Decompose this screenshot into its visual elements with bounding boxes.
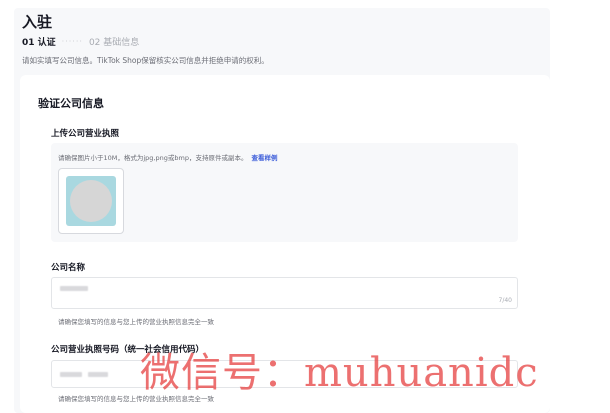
- upload-hint-text: 请确保图片小于10M，格式为jpg,png或bmp，支持原件或副本。: [58, 154, 248, 162]
- watermark-text: 微信号：muhuanidc: [140, 350, 539, 396]
- image-placeholder-circle: [70, 180, 112, 222]
- license-image-thumbnail: [66, 176, 116, 226]
- view-example-link[interactable]: 查看样例: [251, 154, 277, 162]
- notice-text: 请如实填写公司信息。TikTok Shop保留核实公司信息并拒绝申请的权利。: [22, 56, 269, 65]
- character-counter: 7/40: [498, 297, 512, 304]
- page-title: 入驻: [22, 13, 53, 31]
- redacted-company-name: [60, 286, 88, 291]
- redacted-license-number-part-2: [88, 372, 108, 377]
- company-name-label: 公司名称: [51, 263, 86, 273]
- upload-hint: 请确保图片小于10M，格式为jpg,png或bmp，支持原件或副本。 查看样例: [58, 152, 277, 162]
- license-upload-box[interactable]: [58, 168, 124, 234]
- redacted-license-number-part-1: [60, 372, 82, 377]
- company-name-input[interactable]: 7/40: [51, 277, 518, 309]
- section-title: 验证公司信息: [38, 97, 104, 110]
- license-upload-label: 上传公司营业执照: [51, 129, 120, 139]
- step-basic-info: 02 基础信息: [88, 38, 140, 48]
- step-separator: ······: [61, 37, 83, 46]
- step-verify: 01 认证: [22, 38, 56, 48]
- company-name-helper: 请确保您填写的信息与您上传的营业执照信息完全一致: [58, 318, 214, 326]
- step-indicator: 01 认证 ······ 02 基础信息: [22, 35, 139, 48]
